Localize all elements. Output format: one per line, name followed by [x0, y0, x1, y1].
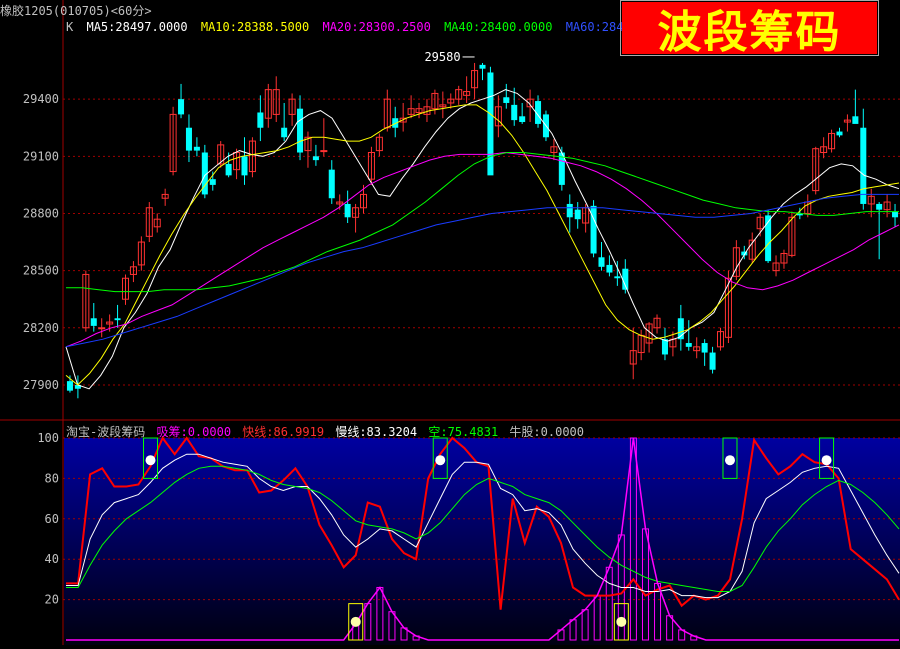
- candle-body: [193, 146, 200, 151]
- candle-body: [281, 127, 288, 138]
- candle-body: [185, 127, 192, 151]
- ma40-label: MA40:28400.0000: [444, 20, 553, 34]
- smiley-face-icon: [616, 616, 627, 627]
- ma10-label: MA10:28388.5000: [200, 20, 310, 34]
- candle-body: [598, 257, 605, 267]
- candle-body: [479, 64, 486, 69]
- candle-body: [892, 211, 899, 218]
- price-tick-label: 27900: [23, 378, 59, 392]
- candle-body: [209, 179, 216, 185]
- candle-body: [241, 156, 248, 176]
- indicator-tick-label: 60: [45, 512, 59, 526]
- indicator-tick-label: 20: [45, 593, 59, 607]
- short-label: 空:75.4831: [428, 425, 499, 439]
- candle-body: [487, 72, 494, 176]
- candle-body: [701, 343, 708, 353]
- candle-body: [566, 203, 573, 218]
- price-tick-label: 28200: [23, 321, 59, 335]
- candle-body: [519, 116, 526, 123]
- candle-body: [590, 205, 597, 254]
- candle-body: [503, 97, 510, 103]
- ma-legend: K MA5:28497.0000 MA10:28388.5000 MA20:28…: [66, 20, 680, 34]
- candle-body: [90, 318, 97, 326]
- chart-canvas[interactable]: 29400 29100 28800 28500 28200 27900 100 80 60 40 2…: [0, 0, 900, 645]
- indicator-tick-label: 100: [37, 431, 59, 445]
- sad-face-icon: [435, 455, 446, 466]
- indicator-title: 淘宝-波段筹码: [66, 425, 146, 439]
- candle-body: [511, 104, 518, 121]
- price-tick-label: 29400: [23, 92, 59, 106]
- candle-body: [178, 99, 185, 115]
- candle-body: [114, 318, 121, 321]
- candle-body: [836, 131, 843, 136]
- indicator-legend: 淘宝-波段筹码 吸筹:0.0000 快线:86.9919 慢线:83.3204 …: [66, 423, 588, 440]
- sad-face-icon: [145, 455, 156, 466]
- candle-body: [852, 116, 859, 124]
- candle-body: [66, 381, 73, 391]
- candle-body: [328, 169, 335, 199]
- price-tick-label: 29100: [23, 149, 59, 163]
- indicator-tick-label: 80: [45, 471, 59, 485]
- peak-annotation: 29580: [424, 50, 460, 64]
- candle-body: [661, 339, 668, 355]
- candle-body: [614, 276, 621, 279]
- candle-body: [876, 203, 883, 210]
- candle-body: [344, 203, 351, 218]
- price-tick-label: 28800: [23, 206, 59, 220]
- ma20-label: MA20:28300.2500: [322, 20, 431, 34]
- candle-body: [709, 352, 716, 370]
- fast-line-label: 快线:86.9919: [242, 425, 325, 439]
- candle-body: [860, 127, 867, 204]
- candle-body: [685, 343, 692, 347]
- ma5-label: MA5:28497.0000: [86, 20, 188, 34]
- price-tick-label: 28500: [23, 264, 59, 278]
- ma-line-ma20: [65, 151, 900, 348]
- candle-body: [257, 112, 264, 128]
- stock-chart-window[interactable]: 29400 29100 28800 28500 28200 27900 100 80 60 40 2…: [0, 0, 900, 645]
- candle-body: [320, 150, 328, 153]
- indicator-tick-label: 40: [45, 552, 59, 566]
- smiley-face-icon: [350, 616, 361, 627]
- candle-body: [225, 163, 232, 176]
- window-title: 橡胶1205(010705)<60分>: [0, 4, 152, 18]
- k-label: K: [66, 20, 74, 34]
- candle-body: [98, 327, 106, 330]
- sad-face-icon: [821, 455, 832, 466]
- slow-line-label: 慢线:83.3204: [335, 425, 418, 439]
- candle-body: [312, 156, 319, 161]
- sad-face-icon: [724, 455, 735, 466]
- xichou-label: 吸筹:0.0000: [156, 425, 232, 439]
- brand-banner: 波段筹码: [622, 2, 877, 58]
- candle-body: [606, 264, 613, 273]
- bull-stock-label: 牛股:0.0000: [509, 425, 584, 439]
- candle-body: [297, 108, 304, 153]
- candle-body: [574, 209, 581, 220]
